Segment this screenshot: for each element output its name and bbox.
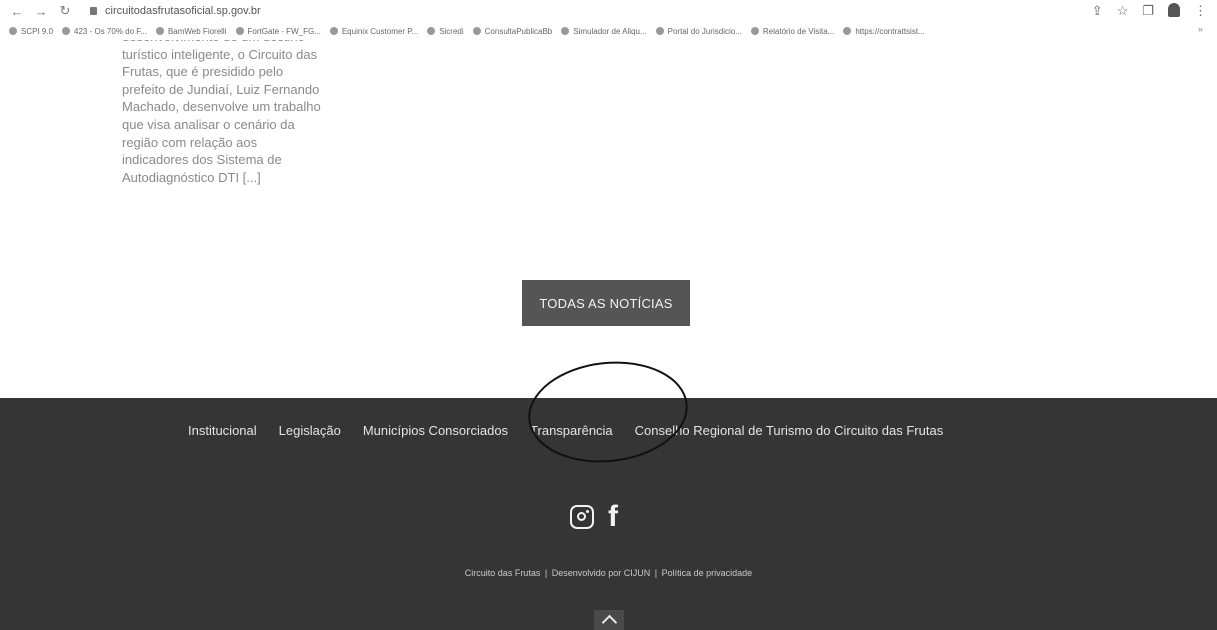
scroll-to-top-button[interactable] bbox=[594, 610, 624, 630]
toolbar-actions: ⇪ ☆ ❐ ⋮ bbox=[1092, 3, 1207, 19]
bookmark-item[interactable]: Simulador de Aliqu... bbox=[561, 27, 647, 36]
share-icon[interactable]: ⇪ bbox=[1092, 3, 1103, 19]
facebook-icon[interactable]: f bbox=[608, 502, 618, 532]
footer-link-legislacao[interactable]: Legislação bbox=[279, 423, 341, 438]
footer-link-institucional[interactable]: Institucional bbox=[188, 423, 257, 438]
bookmark-icon bbox=[427, 27, 436, 35]
bookmark-icon bbox=[155, 27, 164, 35]
bookmark-icon bbox=[9, 27, 17, 35]
bookmark-item[interactable]: Relatório de Visita... bbox=[750, 27, 834, 36]
bookmark-item[interactable]: SCPI 9.0 bbox=[9, 27, 53, 36]
bookmark-item[interactable]: Portal do Jurisdicio... bbox=[655, 27, 742, 36]
bookmark-item[interactable]: https://contrattsist... bbox=[843, 27, 925, 36]
back-icon[interactable]: ← bbox=[10, 4, 24, 19]
privacy-policy-link[interactable]: Política de privacidade bbox=[662, 568, 753, 578]
forward-icon[interactable]: → bbox=[34, 4, 48, 19]
instagram-icon[interactable] bbox=[570, 505, 594, 529]
bookmark-item[interactable]: BamWeb Fiorelli bbox=[155, 27, 227, 36]
url-text: circuitodasfrutasoficial.sp.gov.br bbox=[105, 5, 261, 17]
bookmark-icon bbox=[750, 27, 759, 35]
address-bar[interactable]: circuitodasfrutasoficial.sp.gov.br bbox=[90, 5, 261, 17]
social-links: f bbox=[570, 502, 618, 532]
lock-icon bbox=[90, 7, 97, 15]
bookmark-icon bbox=[329, 27, 338, 35]
bookmark-icon bbox=[843, 27, 852, 35]
bookmark-item[interactable]: 423 - Os 70% do F... bbox=[62, 27, 147, 36]
bookmark-item[interactable]: Equinix Customer P... bbox=[329, 27, 418, 36]
bookmark-icon bbox=[235, 27, 244, 35]
chevron-up-icon bbox=[601, 614, 617, 630]
all-news-button[interactable]: TODAS AS NOTÍCIAS bbox=[522, 280, 690, 326]
footer-link-municipios[interactable]: Municípios Consorciados bbox=[363, 423, 508, 438]
article-excerpt-area: desenvolvimento de um destino turístico … bbox=[0, 40, 1217, 300]
bookmark-icon bbox=[62, 27, 71, 35]
credits-site-name[interactable]: Circuito das Frutas bbox=[465, 568, 541, 578]
bookmark-item[interactable]: FortGate - FW_FG... bbox=[235, 27, 321, 36]
sidepanel-icon[interactable]: ❐ bbox=[1142, 3, 1154, 19]
bookmark-item[interactable]: ConsultaPublicaBb bbox=[472, 27, 552, 36]
menu-icon[interactable]: ⋮ bbox=[1194, 3, 1207, 19]
credits-separator: | bbox=[544, 568, 548, 578]
bookmark-icon bbox=[655, 27, 664, 35]
more-bookmarks-icon[interactable]: » bbox=[1198, 24, 1203, 34]
news-excerpt: desenvolvimento de um destino turístico … bbox=[122, 40, 321, 185]
bookmarks-bar: SCPI 9.0 423 - Os 70% do F... BamWeb Fio… bbox=[0, 22, 1217, 40]
bookmark-icon bbox=[472, 27, 481, 35]
reload-icon[interactable]: ↻ bbox=[58, 3, 72, 19]
profile-avatar-icon[interactable] bbox=[1168, 3, 1180, 17]
bookmark-item[interactable]: Sicredi bbox=[427, 27, 464, 36]
credits-developer-link[interactable]: Desenvolvido por CIJUN bbox=[552, 568, 651, 578]
star-icon[interactable]: ☆ bbox=[1117, 3, 1129, 19]
bookmark-icon bbox=[561, 27, 570, 35]
browser-toolbar: ← → ↻ circuitodasfrutasoficial.sp.gov.br… bbox=[0, 0, 1217, 22]
footer-credits: Circuito das Frutas | Desenvolvido por C… bbox=[0, 568, 1217, 578]
credits-separator: | bbox=[654, 568, 658, 578]
